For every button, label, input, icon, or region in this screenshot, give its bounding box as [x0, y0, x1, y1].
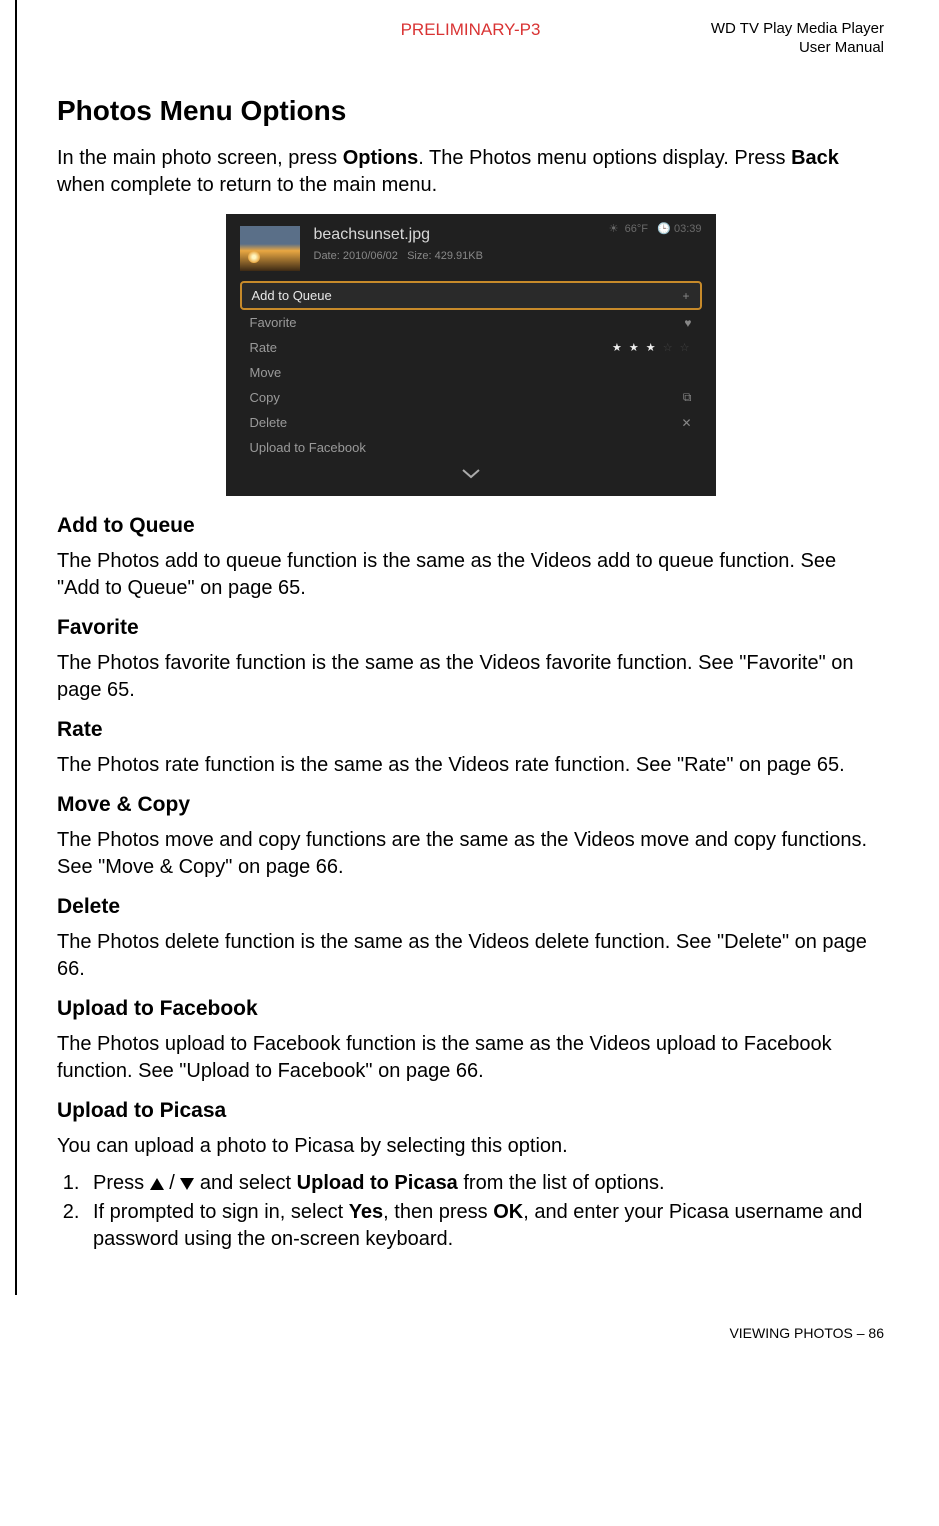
down-arrow-icon	[180, 1178, 194, 1190]
doc-type: User Manual	[711, 39, 884, 58]
menu-label: Move	[250, 365, 282, 380]
step1-text-d: from the list of options.	[458, 1172, 665, 1194]
heading-favorite: Favorite	[57, 616, 884, 640]
up-arrow-icon	[150, 1178, 164, 1190]
date-label: Date:	[314, 250, 340, 262]
menu-label: Rate	[250, 340, 277, 355]
step2-yes: Yes	[349, 1201, 383, 1223]
heading-move-copy: Move & Copy	[57, 793, 884, 817]
menu-label: Upload to Facebook	[250, 440, 366, 455]
step2-text-b: , then press	[383, 1201, 493, 1223]
menu-item-favorite[interactable]: Favorite ♥	[240, 310, 702, 335]
intro-text-2: . The Photos menu options display. Press	[418, 147, 791, 169]
heart-icon: ♥	[684, 316, 691, 330]
text-upload-facebook: The Photos upload to Facebook function i…	[57, 1031, 884, 1085]
size-label: Size:	[407, 250, 431, 262]
step2-ok: OK	[493, 1201, 523, 1223]
heading-delete: Delete	[57, 895, 884, 919]
copy-icon: ⧉	[683, 390, 692, 405]
menu-label: Add to Queue	[252, 288, 332, 303]
heading-upload-picasa: Upload to Picasa	[57, 1099, 884, 1123]
close-icon: ✕	[681, 416, 691, 430]
date-value: 2010/06/02	[343, 250, 398, 262]
menu-item-add-to-queue[interactable]: Add to Queue +	[240, 281, 702, 310]
step2-text-a: If prompted to sign in, select	[93, 1201, 349, 1223]
plus-icon: +	[682, 289, 689, 303]
text-move-copy: The Photos move and copy functions are t…	[57, 827, 884, 881]
options-menu-list: Add to Queue + Favorite ♥ Rate ★ ★ ★ ☆ ☆…	[226, 281, 716, 460]
options-key: Options	[343, 147, 419, 169]
text-favorite: The Photos favorite function is the same…	[57, 650, 884, 704]
menu-item-upload-facebook[interactable]: Upload to Facebook	[240, 435, 702, 460]
page-footer: VIEWING PHOTOS – 86	[0, 1295, 939, 1351]
menu-label: Favorite	[250, 315, 297, 330]
menu-item-move[interactable]: Move	[240, 360, 702, 385]
text-delete: The Photos delete function is the same a…	[57, 929, 884, 983]
intro-paragraph: In the main photo screen, press Options.…	[57, 145, 884, 199]
time-value: 03:39	[674, 223, 702, 235]
text-add-to-queue: The Photos add to queue function is the …	[57, 548, 884, 602]
text-upload-picasa: You can upload a photo to Picasa by sele…	[57, 1133, 884, 1160]
temp-value: 66°F	[625, 223, 648, 235]
weather-icon: ☀	[609, 223, 619, 235]
menu-label: Copy	[250, 390, 280, 405]
menu-item-rate[interactable]: Rate ★ ★ ★ ☆ ☆	[240, 335, 702, 360]
heading-add-to-queue: Add to Queue	[57, 514, 884, 538]
star-rating: ★ ★ ★ ☆ ☆	[612, 341, 692, 354]
picasa-steps: Press / and select Upload to Picasa from…	[57, 1170, 884, 1253]
intro-text-1: In the main photo screen, press	[57, 147, 343, 169]
menu-item-delete[interactable]: Delete ✕	[240, 410, 702, 435]
step1-bold: Upload to Picasa	[297, 1172, 458, 1194]
options-menu-screenshot: ☀ 66°F 🕒 03:39 beachsunset.jpg Date: 201…	[226, 214, 716, 496]
step-1: Press / and select Upload to Picasa from…	[85, 1170, 884, 1197]
step-2: If prompted to sign in, select Yes, then…	[85, 1199, 884, 1253]
section-title: Photos Menu Options	[57, 95, 884, 127]
menu-label: Delete	[250, 415, 288, 430]
file-metadata: Date: 2010/06/02 Size: 429.91KB	[314, 250, 702, 262]
back-key: Back	[791, 147, 839, 169]
step1-text-c: and select	[194, 1172, 296, 1194]
product-name: WD TV Play Media Player	[711, 20, 884, 39]
photo-thumbnail	[240, 226, 300, 271]
manual-header: WD TV Play Media Player User Manual	[711, 20, 884, 58]
chevron-down-icon	[226, 460, 716, 482]
text-rate: The Photos rate function is the same as …	[57, 752, 884, 779]
status-bar: ☀ 66°F 🕒 03:39	[609, 222, 702, 235]
menu-item-copy[interactable]: Copy ⧉	[240, 385, 702, 410]
step1-text-b: /	[164, 1172, 181, 1194]
heading-upload-facebook: Upload to Facebook	[57, 997, 884, 1021]
step1-text-a: Press	[93, 1172, 150, 1194]
clock-icon: 🕒	[657, 223, 671, 235]
heading-rate: Rate	[57, 718, 884, 742]
size-value: 429.91KB	[435, 250, 483, 262]
intro-text-3: when complete to return to the main menu…	[57, 174, 437, 196]
